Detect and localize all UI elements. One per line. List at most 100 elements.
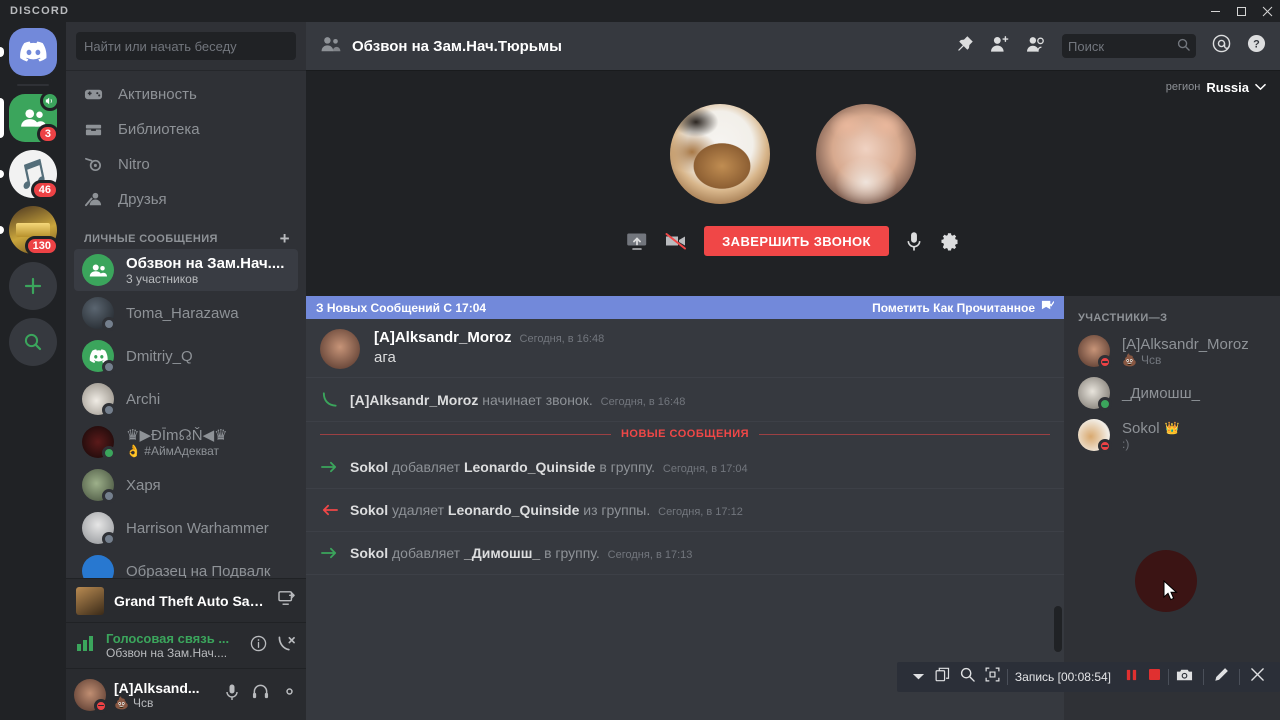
search-input[interactable]: Поиск [1062, 34, 1196, 58]
region-value: Russia [1206, 79, 1249, 95]
participant-avatar[interactable] [670, 104, 770, 204]
member-item[interactable]: [A]Alksandr_Moroz 💩 Чсв [1078, 330, 1272, 372]
system-action: добавляет [392, 459, 461, 475]
user-status: 💩 Чсв [114, 696, 216, 710]
maximize-icon[interactable] [1228, 0, 1254, 22]
voice-title: Голосовая связь ... [106, 631, 230, 646]
headphones-icon[interactable] [252, 683, 269, 706]
recording-time-label: Запись [00:08:54] [1014, 670, 1111, 684]
avatar[interactable] [320, 329, 360, 369]
mention-icon[interactable] [1212, 34, 1231, 58]
screen-share-icon[interactable] [278, 590, 296, 611]
new-dm-button[interactable]: + [280, 230, 290, 247]
region-icon[interactable] [985, 667, 1000, 687]
dm-item-group-call[interactable]: Обзвон на Зам.Нач.... 3 участников [74, 249, 298, 291]
avatar[interactable] [74, 678, 108, 713]
dm-name: ♛▶ĐĪm☊Ň◀♛ [126, 427, 228, 444]
discord-logo-icon [9, 28, 57, 76]
dm-item-dimon[interactable]: ♛▶ĐĪm☊Ň◀♛ 👌 #АймАдекват [74, 421, 298, 463]
video-off-icon[interactable] [664, 231, 688, 251]
explore-servers-button[interactable] [9, 318, 57, 366]
recording-toolbar: Запись [00:08:54] [896, 662, 1280, 692]
toolbar-divider [1203, 669, 1204, 685]
voice-connection-panel: Голосовая связь ... Обзвон на Зам.Нач...… [66, 622, 306, 668]
rail-badge: 130 [24, 236, 59, 256]
sidebar-item-friends[interactable]: Друзья [74, 182, 298, 216]
stop-icon[interactable] [1148, 668, 1161, 686]
dm-item-toma[interactable]: Toma_Harazawa [74, 292, 298, 334]
mark-read-icon[interactable] [1041, 300, 1055, 316]
members-icon[interactable] [1026, 35, 1046, 58]
chat-scrollbar[interactable] [1054, 606, 1062, 652]
member-status-text: Чсв [1140, 352, 1162, 367]
dm-sub: 👌 #АймАдекват [126, 444, 219, 458]
rail-item-server-music[interactable]: 🎵 46 [0, 150, 59, 200]
screen-share-icon[interactable] [626, 231, 648, 251]
avatar [82, 383, 116, 417]
gear-icon[interactable] [281, 683, 298, 706]
dm-item-harrison[interactable]: Harrison Warhammer [74, 507, 298, 549]
region-selector[interactable]: регион Russia [1166, 78, 1266, 96]
pause-icon[interactable] [1125, 668, 1138, 687]
dm-item-dmitriy[interactable]: Dmitriy_Q [74, 335, 298, 377]
rail-pill-active [0, 98, 4, 138]
rail-item-server-gold[interactable]: 130 [0, 206, 59, 256]
avatar [1078, 377, 1112, 411]
sidebar-item-library[interactable]: Библиотека [74, 112, 298, 146]
rail-divider [17, 84, 49, 86]
close-icon[interactable] [1254, 0, 1280, 22]
dm-item-harya[interactable]: Харя [74, 464, 298, 506]
info-icon[interactable] [250, 635, 267, 657]
guild-rail: 3 🎵 46 130 [0, 22, 66, 720]
member-item[interactable]: _Димошш_ [1078, 372, 1272, 414]
participant-avatar[interactable] [816, 104, 916, 204]
rail-item-dm-active[interactable]: 3 [0, 91, 60, 144]
status-indicator [102, 446, 116, 460]
main-area: Обзвон на Зам.Нач.Тюрьмы Поиск ? регион … [306, 22, 1280, 720]
avatar [1078, 335, 1112, 369]
sidebar-item-nitro[interactable]: Nitro [74, 147, 298, 181]
new-messages-banner[interactable]: З Новых Сообщений С 17:04 Пометить Как П… [306, 296, 1064, 319]
pin-icon[interactable] [956, 35, 974, 58]
avatar [82, 254, 114, 286]
camera-icon[interactable] [1176, 668, 1193, 687]
pen-icon[interactable] [1214, 667, 1229, 687]
search-input[interactable]: Найти или начать беседу [76, 32, 296, 60]
signal-icon [76, 634, 96, 657]
rail-item-home[interactable] [0, 28, 57, 76]
new-messages-count: З Новых Сообщений С 17:04 [316, 300, 487, 315]
dm-name: Harrison Warhammer [126, 519, 269, 537]
member-item[interactable]: Sokol 👑 :) [1078, 414, 1272, 456]
mark-read-label[interactable]: Пометить Как Прочитанное [872, 301, 1035, 315]
svg-text:?: ? [1253, 39, 1260, 51]
dm-item-obrazec[interactable]: Образец на Подвалк [74, 550, 298, 578]
sidebar-item-activity[interactable]: Активность [74, 77, 298, 111]
chat-and-members: З Новых Сообщений С 17:04 Пометить Как П… [306, 296, 1280, 720]
arrow-right-icon [320, 546, 338, 560]
gear-icon[interactable] [939, 231, 960, 252]
window-icon[interactable] [935, 667, 950, 687]
minimize-icon[interactable] [1202, 0, 1228, 22]
add-friend-icon[interactable] [990, 35, 1010, 58]
help-icon[interactable]: ? [1247, 34, 1266, 58]
phone-hangup-icon[interactable] [277, 635, 296, 657]
end-call-button[interactable]: ЗАВЕРШИТЬ ЗВОНОК [704, 226, 889, 256]
channel-title: Обзвон на Зам.Нач.Тюрьмы [352, 37, 562, 55]
toolbar-divider [1239, 669, 1240, 685]
dm-sidebar: Найти или начать беседу Активность Библи… [66, 22, 306, 720]
chevron-down-icon[interactable] [912, 668, 925, 686]
add-server-button[interactable] [9, 262, 57, 310]
zoom-icon[interactable] [960, 667, 975, 687]
mic-icon[interactable] [905, 231, 923, 252]
mic-icon[interactable] [224, 683, 240, 706]
system-actor: [A]Alksandr_Moroz [350, 391, 479, 408]
channel-header: Обзвон на Зам.Нач.Тюрьмы Поиск ? [306, 22, 1280, 70]
member-name: [A]Alksandr_Moroz [1122, 335, 1249, 353]
dm-item-archi[interactable]: Archi [74, 378, 298, 420]
status-indicator [102, 360, 116, 374]
system-target: Leonardo_Quinside [447, 502, 580, 518]
message-author[interactable]: [A]Alksandr_Moroz [374, 329, 512, 346]
phone-icon [320, 391, 338, 408]
close-icon[interactable] [1250, 667, 1265, 687]
game-activity-panel[interactable]: Grand Theft Auto San ... [66, 578, 306, 622]
